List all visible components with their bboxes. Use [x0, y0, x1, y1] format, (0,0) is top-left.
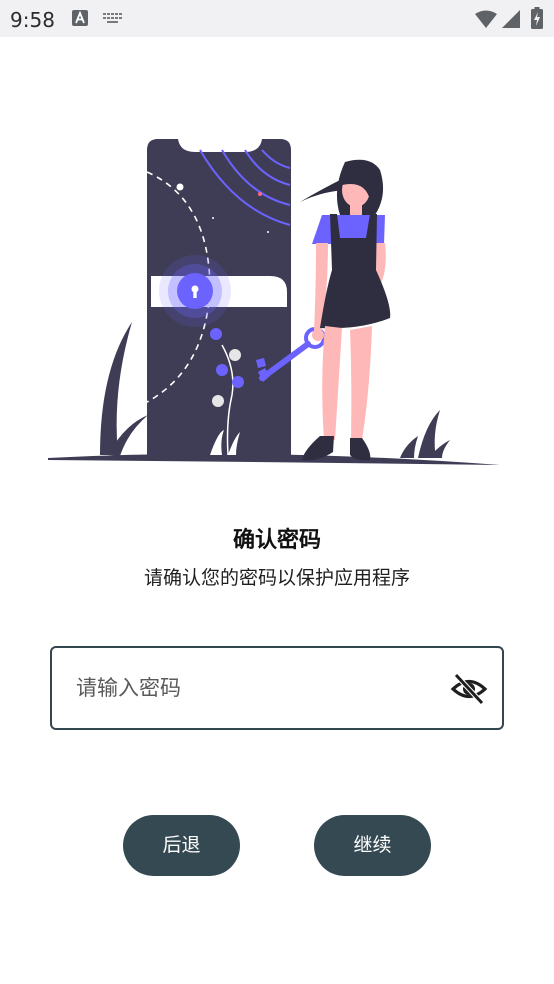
keyboard-icon — [103, 13, 122, 23]
password-field — [50, 646, 504, 730]
status-time: 9:58 — [10, 8, 55, 32]
eye-off-icon[interactable] — [450, 672, 488, 706]
page-title: 确认密码 — [232, 528, 321, 553]
battery-charging-icon — [531, 7, 543, 29]
wifi-icon — [475, 10, 497, 28]
password-input[interactable] — [76, 668, 436, 708]
signal-icon — [502, 10, 520, 28]
unlock-illustration — [48, 139, 500, 465]
status-bar: 9:58 — [0, 0, 554, 37]
page-subtitle: 请确认您的密码以保护应用程序 — [143, 567, 410, 589]
back-button[interactable]: 后退 — [123, 815, 240, 876]
continue-button[interactable]: 继续 — [314, 815, 431, 876]
a-notification-icon — [72, 10, 88, 26]
